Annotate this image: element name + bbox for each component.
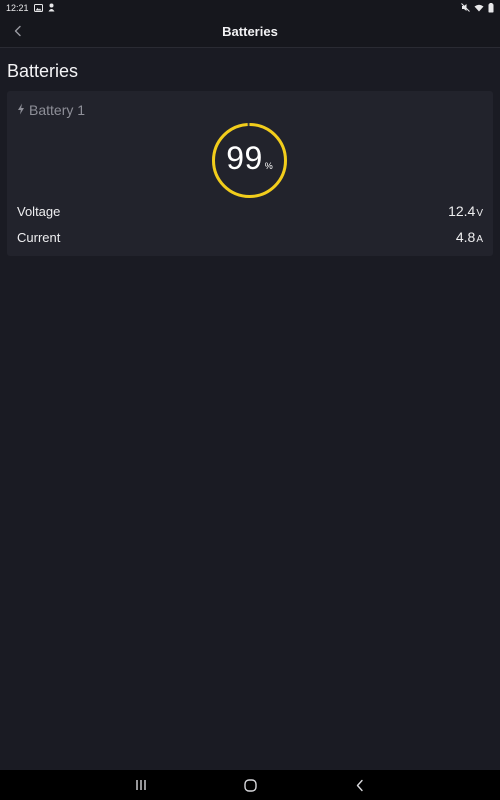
battery-name: Battery 1 (29, 102, 86, 118)
recent-apps-icon (136, 780, 146, 790)
bolt-icon (17, 102, 25, 118)
voltage-unit: V (476, 208, 483, 219)
battery-card-header: Battery 1 (17, 102, 85, 118)
status-bar: 12:21 (0, 0, 500, 15)
charge-unit: % (264, 161, 273, 171)
back-button[interactable] (8, 21, 28, 41)
wifi-icon (474, 4, 484, 12)
page-title: Batteries (7, 61, 79, 81)
voltage-value: 12.4 (448, 203, 476, 219)
person-pin-icon (48, 3, 55, 12)
back-icon (356, 779, 363, 791)
current-unit: A (476, 234, 483, 245)
battery-charge-gauge: 99 % (211, 122, 288, 199)
mute-icon (461, 3, 470, 12)
current-row: Current 4.8 A (17, 227, 483, 247)
current-value: 4.8 (455, 229, 476, 245)
battery-icon (488, 2, 494, 13)
nav-back-button[interactable] (345, 775, 375, 795)
status-time: 12:21 (6, 2, 29, 13)
chevron-left-icon (14, 25, 21, 37)
home-button[interactable] (235, 775, 265, 795)
recent-apps-button[interactable] (126, 775, 156, 795)
voltage-label: Voltage (17, 203, 61, 219)
navigation-bar (0, 770, 500, 800)
charge-value: 99 (226, 140, 263, 176)
current-label: Current (17, 229, 61, 245)
voltage-row: Voltage 12.4 V (17, 201, 483, 221)
app-header: Batteries (0, 15, 500, 48)
battery-card[interactable]: Battery 1 99 % Voltage 12.4 V Current 4.… (7, 91, 493, 256)
home-icon (243, 778, 257, 792)
image-icon (33, 3, 43, 12)
header-title: Batteries (222, 24, 278, 39)
